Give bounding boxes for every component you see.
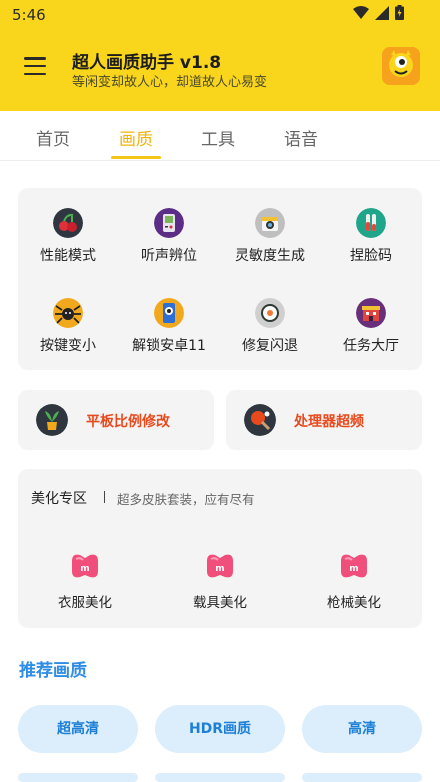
tablet-ratio-label: 平板比例修改 [86,414,170,430]
feature-label: 按键变小 [40,338,96,354]
monster-icon [382,47,420,85]
m-badge-icon: m [207,554,233,578]
svg-text:m: m [80,564,89,574]
quality-option-partial[interactable] [155,773,285,782]
beauty-item-label: 衣服美化 [58,595,112,611]
beauty-title: 美化专区 [31,491,87,507]
beauty-subtitle: 超多皮肤套装，应有尽有 [117,492,255,507]
building-icon [356,298,386,328]
feature-face-code[interactable]: 捏脸码 [321,208,421,265]
menu-icon-bar [24,64,46,68]
signal-icon [375,5,389,20]
tablet-ratio-card[interactable]: 平板比例修改 [18,390,214,450]
feature-label: 性能模式 [40,248,96,264]
beauty-item-label: 枪械美化 [327,595,381,611]
tab-bar: 首页 画质 工具 语音 [0,111,440,161]
m-badge-icon: m [72,554,98,578]
feature-label: 捏脸码 [350,248,392,264]
app-header: 5:46 超人画质助手 v1.8 等闲变却故人心，却道故人心易变 [0,0,440,111]
sushi-icon [255,298,285,328]
recommend-title: 推荐画质 [19,661,87,681]
menu-button[interactable] [24,57,46,75]
feature-sound-locate[interactable]: 听声辨位 [119,208,219,265]
tab-home[interactable]: 首页 [36,125,70,150]
feature-performance-mode[interactable]: 性能模式 [18,208,118,265]
plant-icon [36,404,68,436]
phone-eye-icon [154,298,184,328]
feature-unlock-android11[interactable]: 解锁安卓11 [119,298,219,355]
feature-label: 修复闪退 [242,338,298,354]
cherries-icon [53,208,83,238]
app-subtitle: 等闲变却故人心，却道故人心易变 [72,75,268,90]
tab-quality[interactable]: 画质 [119,125,153,150]
battery-icon [395,5,404,20]
tab-indicator [111,156,161,159]
gameboy-icon [154,208,184,238]
cpu-overclock-card[interactable]: 处理器超频 [226,390,422,450]
quality-option-partial[interactable] [18,773,138,782]
quality-option-partial[interactable] [302,773,422,782]
tab-voice[interactable]: 语音 [284,125,318,150]
beauty-vehicles[interactable]: m 载具美化 [165,551,275,611]
status-time: 5:46 [12,6,46,24]
svg-text:m: m [215,564,224,574]
ping-pong-icon [244,404,276,436]
feature-label: 听声辨位 [141,248,197,264]
feature-label: 灵敏度生成 [235,248,305,264]
wifi-icon [353,5,369,19]
feature-sensitivity[interactable]: 灵敏度生成 [220,208,320,265]
avatar[interactable] [382,47,420,85]
quality-ultra-hd-button[interactable]: 超高清 [18,705,138,753]
app-title: 超人画质助手 v1.8 [72,53,222,73]
status-icons [353,5,404,20]
svg-text:m: m [349,564,358,574]
test-tube-icon [356,208,386,238]
feature-fix-crash[interactable]: 修复闪退 [220,298,320,355]
quality-hdr-button[interactable]: HDR画质 [155,705,285,753]
m-badge-icon: m [341,554,367,578]
cpu-overclock-label: 处理器超频 [294,414,364,430]
beauty-section-card: 美化专区 超多皮肤套装，应有尽有 m 衣服美化 m 载具美化 m 枪械美化 [18,469,422,628]
feature-grid-card: 性能模式 听声辨位 灵敏度生成 捏脸码 按键变小 解锁安卓11 修复闪退 任务大… [18,188,422,370]
spider-icon [53,298,83,328]
beauty-clothes[interactable]: m 衣服美化 [30,551,140,611]
feature-label: 解锁安卓11 [132,338,206,354]
menu-icon-bar [24,72,46,75]
camera-icon [255,208,285,238]
beauty-item-label: 载具美化 [193,595,247,611]
tab-tools[interactable]: 工具 [201,125,235,150]
feature-key-shrink[interactable]: 按键变小 [18,298,118,355]
feature-label: 任务大厅 [343,338,399,354]
beauty-guns[interactable]: m 枪械美化 [299,551,409,611]
feature-task-hall[interactable]: 任务大厅 [321,298,421,355]
quality-hd-button[interactable]: 高清 [302,705,422,753]
beauty-divider [104,491,105,503]
menu-icon-bar [24,57,46,60]
